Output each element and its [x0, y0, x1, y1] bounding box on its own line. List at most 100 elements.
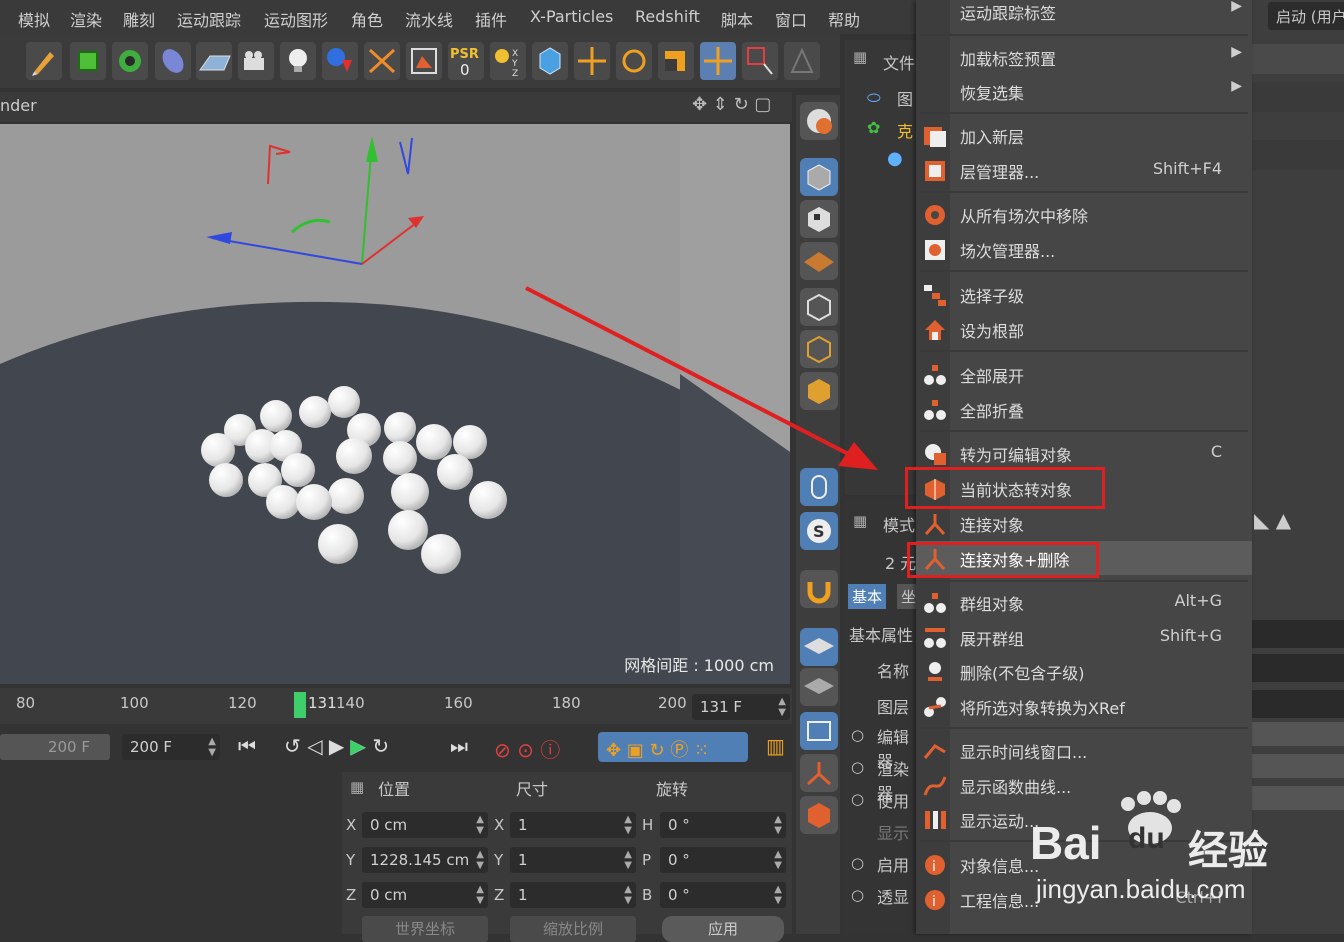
rot-b-field[interactable]: 0 ° ▲ ▼: [660, 882, 786, 908]
rotate-button[interactable]: [616, 42, 652, 80]
current-frame-field[interactable]: 131 F ▲ ▼: [692, 694, 790, 720]
menu-simulate[interactable]: 模拟: [18, 7, 50, 31]
menu-help[interactable]: 帮助: [828, 7, 860, 31]
object-mode-button[interactable]: [532, 42, 568, 80]
menu-xparticles[interactable]: X-Particles: [530, 7, 613, 26]
record-icons[interactable]: ⊘ ⊙ ⓘ: [494, 734, 560, 763]
objmgr-file-menu[interactable]: 文件: [883, 50, 915, 74]
go-to-end-icon[interactable]: ⏭: [450, 734, 468, 758]
menu-mograph[interactable]: 运动图形: [264, 7, 328, 31]
menu-render[interactable]: 渲染: [70, 7, 102, 31]
size-y-field[interactable]: 1 ▲ ▼: [510, 847, 636, 873]
radio-render[interactable]: ○: [851, 758, 864, 776]
preview-end-field[interactable]: 200 F: [0, 734, 110, 760]
menu-window[interactable]: 窗口: [775, 7, 807, 31]
scale-button[interactable]: [364, 42, 400, 80]
stepper-icon[interactable]: ▲ ▼: [624, 849, 632, 871]
menu-item-select-children[interactable]: 选择子级: [916, 277, 1252, 311]
live-select-button[interactable]: [700, 42, 736, 80]
folder-button[interactable]: [800, 712, 838, 750]
menu-item-set-as-root[interactable]: 设为根部: [916, 312, 1252, 346]
size-z-field[interactable]: 1 ▲ ▼: [510, 882, 636, 908]
pos-x-field[interactable]: 0 cm ▲ ▼: [362, 812, 488, 838]
menu-item-connect-objects[interactable]: 连接对象: [916, 506, 1252, 540]
radio-xray[interactable]: ○: [851, 886, 864, 904]
menu-item-motion-tracking-tags[interactable]: 运动跟踪标签 ▶: [916, 0, 1252, 28]
menu-item-show-timeline[interactable]: 显示时间线窗口...: [916, 733, 1252, 767]
menu-item-convert-to-xref[interactable]: 将所选对象转换为XRef: [916, 689, 1252, 723]
menu-redshift[interactable]: Redshift: [635, 7, 700, 26]
stepper-icon[interactable]: ▲ ▼: [778, 696, 786, 718]
menu-item-delete-without-children[interactable]: 删除(不包含子级): [916, 654, 1252, 688]
menu-item-restore-selection[interactable]: 恢复选集 ▶: [916, 74, 1252, 108]
menu-item-group-objects[interactable]: 群组对象 Alt+G: [916, 585, 1252, 619]
snap-button[interactable]: S: [800, 512, 838, 550]
go-to-start-icon[interactable]: ⏮: [238, 734, 256, 758]
move-button[interactable]: [574, 42, 610, 80]
render-button[interactable]: [322, 42, 358, 80]
timeline-ruler[interactable]: 80 100 120 131 140 160 180 200 131 F ▲ ▼: [0, 688, 792, 724]
magnet-button[interactable]: [800, 570, 838, 608]
max-frame-field[interactable]: 200 F ▲ ▼: [122, 734, 220, 760]
scale-tool-button[interactable]: [658, 42, 694, 80]
stepper-icon[interactable]: ▲ ▼: [476, 884, 484, 906]
size-x-field[interactable]: 1 ▲ ▼: [510, 812, 636, 838]
menu-plugins[interactable]: 插件: [475, 7, 507, 31]
viewport-solo-button[interactable]: [800, 102, 838, 140]
tab-basic[interactable]: 基本: [848, 584, 887, 609]
menu-item-make-editable[interactable]: 转为可编辑对象 C: [916, 436, 1252, 470]
object-row-label[interactable]: 图: [897, 86, 913, 110]
model-mode-button[interactable]: [800, 158, 838, 196]
stepper-icon[interactable]: ▲ ▼: [624, 814, 632, 836]
menu-item-collapse-all[interactable]: 全部折叠: [916, 392, 1252, 426]
apply-button[interactable]: 应用: [662, 916, 784, 942]
radio-editor[interactable]: ○: [851, 726, 864, 744]
stepper-icon[interactable]: ▲ ▼: [624, 884, 632, 906]
rot-p-field[interactable]: 0 ° ▲ ▼: [660, 847, 786, 873]
menu-item-take-manager[interactable]: 场次管理器...: [916, 232, 1252, 266]
stepper-icon[interactable]: ▲ ▼: [774, 884, 782, 906]
cube-export-button[interactable]: [800, 796, 838, 834]
radio-use[interactable]: ○: [851, 790, 864, 808]
pos-z-field[interactable]: 0 cm ▲ ▼: [362, 882, 488, 908]
stepper-icon[interactable]: ▲ ▼: [208, 736, 216, 758]
rot-h-field[interactable]: 0 ° ▲ ▼: [660, 812, 786, 838]
extra-tool-button[interactable]: [784, 42, 820, 80]
menu-sculpt[interactable]: 雕刻: [123, 7, 155, 31]
play-icon[interactable]: ▶: [350, 734, 365, 758]
stepper-icon[interactable]: ▲ ▼: [774, 814, 782, 836]
psr-button[interactable]: PSR 0: [448, 42, 484, 80]
texture-mode-button[interactable]: [800, 200, 838, 238]
scale-mode-dropdown[interactable]: 缩放比例: [510, 916, 636, 942]
transport-controls[interactable]: ↺ ◁ ▶ ▷ ↻: [284, 734, 389, 758]
object-row-label[interactable]: 克: [897, 118, 913, 142]
layout-dropdown[interactable]: 启动 (用户: [1268, 2, 1344, 30]
coord-system-dropdown[interactable]: 世界坐标: [362, 916, 488, 942]
xyz-lock-button[interactable]: XYZ: [490, 42, 526, 80]
menu-pipeline[interactable]: 流水线: [405, 7, 453, 31]
menu-item-expand-group[interactable]: 展开群组 Shift+G: [916, 620, 1252, 654]
stepper-icon[interactable]: ▲ ▼: [476, 849, 484, 871]
menu-character[interactable]: 角色: [351, 7, 383, 31]
menu-item-expand-all[interactable]: 全部展开: [916, 357, 1252, 391]
connect-tool-button[interactable]: [800, 754, 838, 792]
picture-viewer-button[interactable]: [406, 42, 442, 80]
menu-item-layer-manager[interactable]: 层管理器... Shift+F4: [916, 153, 1252, 187]
camera-button[interactable]: [238, 42, 274, 80]
cube-object-button[interactable]: [70, 42, 106, 80]
lock-workplane-button[interactable]: [800, 628, 838, 666]
rect-select-button[interactable]: [742, 42, 778, 80]
viewport-nav-icons[interactable]: ✥ ⇕ ↻ ▢: [692, 94, 771, 115]
stepper-icon[interactable]: ▲ ▼: [774, 849, 782, 871]
light-button[interactable]: [280, 42, 316, 80]
deformer-button[interactable]: [155, 42, 191, 80]
stepper-icon[interactable]: ▲ ▼: [476, 814, 484, 836]
attr-mode-menu[interactable]: 模式: [883, 512, 915, 536]
menu-item-add-new-layer[interactable]: 加入新层: [916, 118, 1252, 152]
key-mode-buttons[interactable]: ✥ ▣ ↻ Ⓟ ⁙: [598, 732, 748, 762]
pen-tool-button[interactable]: [26, 42, 62, 80]
pos-y-field[interactable]: 1228.145 cm ▲ ▼: [362, 847, 488, 873]
axis-button[interactable]: [800, 668, 838, 706]
nav-arrow-icons[interactable]: ◣ ▲: [1254, 508, 1291, 532]
floor-button[interactable]: [196, 42, 232, 80]
